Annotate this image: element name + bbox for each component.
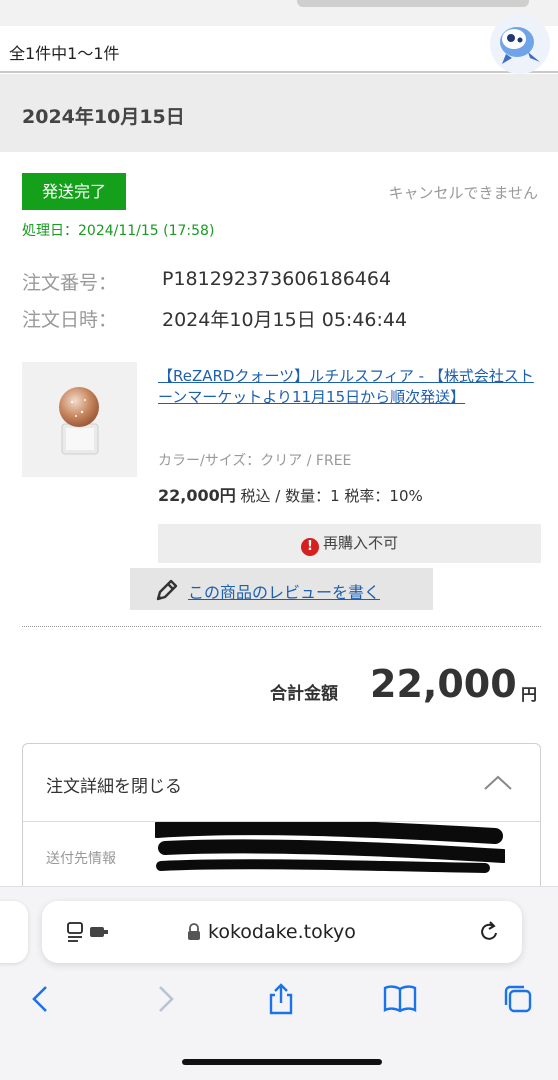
rebuy-status-label: 再購入不可 xyxy=(322,534,398,552)
product-price-line: 22,000円 税込 / 数量：1 税率：10% xyxy=(158,482,423,506)
cancel-note: キャンセルできません xyxy=(388,184,538,202)
processed-date: 処理日：2024/11/15 (17:58) xyxy=(22,223,215,239)
order-date-header: 2024年10月15日 xyxy=(0,74,558,152)
product-price: 22,000円 xyxy=(158,486,236,505)
bookmarks-icon[interactable] xyxy=(383,983,417,1015)
product-thumbnail[interactable] xyxy=(22,362,137,477)
forward-arrow-icon[interactable] xyxy=(148,983,180,1015)
top-scroll-pill xyxy=(297,0,529,7)
url-text[interactable]: kokodake.tokyo xyxy=(208,921,356,943)
order-datetime: 2024年10月15日 05:46:44 xyxy=(162,309,408,331)
total-amount: 22,000 xyxy=(370,662,517,706)
write-review-label[interactable]: この商品のレビューを書く xyxy=(188,579,380,603)
redaction-scribble xyxy=(155,822,505,873)
result-count: 全1件中1〜1件 xyxy=(9,44,120,63)
browser-chrome: kokodake.tokyo xyxy=(0,886,558,1080)
order-date: 2024年10月15日 xyxy=(22,106,185,128)
share-icon[interactable] xyxy=(265,983,297,1015)
order-datetime-label: 注文日時： xyxy=(22,309,118,331)
address-bar[interactable]: kokodake.tokyo xyxy=(42,901,522,963)
total-unit: 円 xyxy=(521,685,538,704)
divider xyxy=(22,626,541,627)
reader-mode-icon[interactable] xyxy=(66,921,110,947)
mascot-icon[interactable] xyxy=(490,14,550,74)
tabs-icon[interactable] xyxy=(502,983,534,1015)
reload-icon[interactable] xyxy=(478,920,500,948)
rebuy-status: ! 再購入不可 xyxy=(158,524,541,563)
shipping-info-label: 送付先情報 xyxy=(46,851,116,867)
status-badge: 発送完了 xyxy=(22,173,126,210)
order-number: P181292373606186464 xyxy=(162,268,392,290)
close-order-details-label: 注文詳細を閉じる xyxy=(46,777,182,797)
product-title-link[interactable]: 【ReZARDクォーツ】ルチルスフィア - 【株式会社ストーンマーケットより11… xyxy=(158,366,543,408)
back-arrow-icon[interactable] xyxy=(26,983,58,1015)
pen-icon xyxy=(154,577,180,607)
result-count-row: 全1件中1〜1件 xyxy=(0,26,558,73)
product-variant: カラー/サイズ：クリア / FREE xyxy=(158,453,352,469)
alert-icon: ! xyxy=(300,538,319,556)
total-label: 合計金額 xyxy=(270,684,338,704)
order-number-label: 注文番号： xyxy=(22,272,118,294)
previous-tab-preview[interactable] xyxy=(0,901,28,963)
chevron-up-icon xyxy=(483,774,513,796)
lock-icon xyxy=(187,923,201,945)
product-price-detail: 税込 / 数量：1 税率：10% xyxy=(235,487,423,505)
close-order-details-toggle[interactable]: 注文詳細を閉じる xyxy=(23,744,540,822)
write-review-button[interactable]: この商品のレビューを書く xyxy=(130,568,433,610)
home-indicator xyxy=(182,1059,382,1065)
